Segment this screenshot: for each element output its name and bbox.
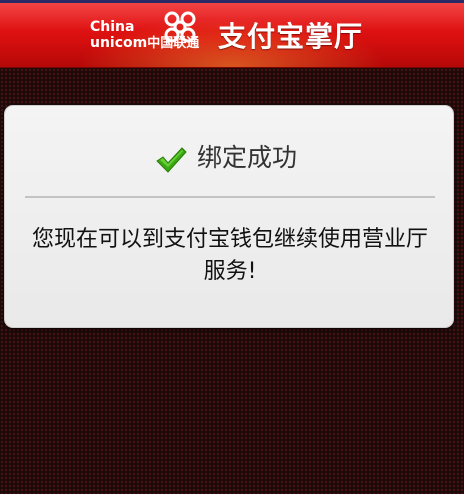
- app-title: 支付宝掌厅: [218, 20, 364, 53]
- unicom-knot-icon: [164, 11, 196, 43]
- dialog-title: 绑定成功: [197, 143, 298, 172]
- app-header: China unicom中国联通 支付宝掌厅: [0, 3, 464, 68]
- brand-english-line-1: China: [90, 19, 135, 35]
- brand-english-unicom: unicom: [90, 35, 148, 51]
- dialog-header: 绑定成功: [5, 106, 453, 198]
- success-dialog: 绑定成功 您现在可以到支付宝钱包继续使用营业厅服务!: [4, 105, 454, 328]
- dialog-message: 您现在可以到支付宝钱包继续使用营业厅服务!: [31, 227, 428, 284]
- dialog-divider: [25, 196, 435, 198]
- brand-english-line-2: unicom中国联通: [90, 35, 199, 52]
- brand-wordmark: China unicom中国联通: [90, 19, 199, 52]
- check-icon: [156, 147, 187, 173]
